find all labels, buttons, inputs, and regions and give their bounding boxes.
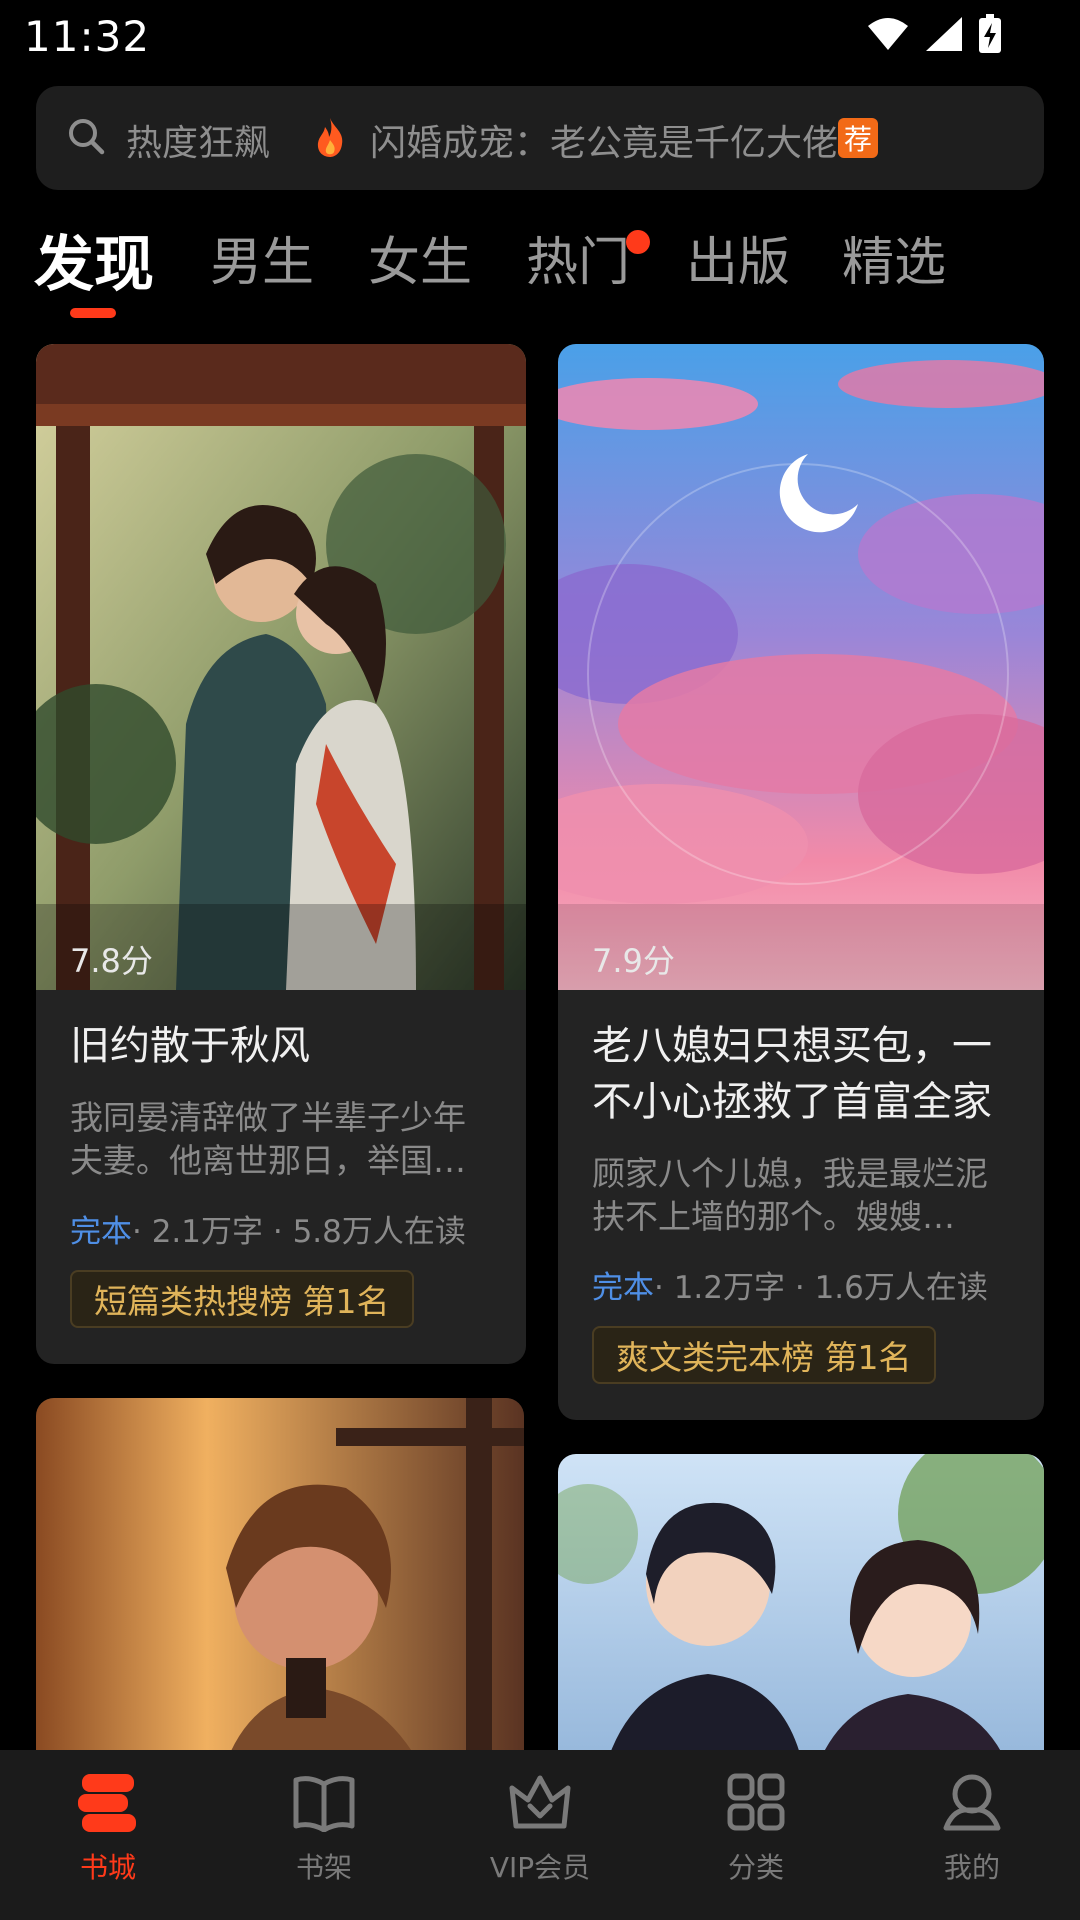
nav-label: 我的 (943, 1851, 1000, 1884)
book-status: 完本 (70, 1214, 132, 1250)
book-title: 老八媳妇只想买包，一不小心拯救了首富全家 (592, 1023, 992, 1125)
crown-icon (506, 1766, 574, 1838)
wifi-icon (866, 16, 910, 56)
book-stats: · 2.1万字 · 5.8万人在读 (132, 1214, 466, 1250)
bookstore-screen: 11:32 热度狂飙 闪婚成宠：老公竟是千亿大佬 荐 发现 男生 女生 热门 出… (0, 0, 1080, 1920)
grid-icon (726, 1766, 786, 1838)
nav-label: 书城 (79, 1851, 136, 1884)
tab-discover[interactable]: 发现 (34, 216, 154, 303)
bookstore-icon (76, 1766, 140, 1838)
bottom-nav: 书城 书架 VIP会员 分类 我的 (0, 1750, 1080, 1920)
nav-profile[interactable]: 我的 (864, 1750, 1080, 1920)
nav-bookshelf[interactable]: 书架 (216, 1750, 432, 1920)
book-meta: 完本· 2.1万字 · 5.8万人在读 (70, 1206, 496, 1251)
nav-categories[interactable]: 分类 (648, 1750, 864, 1920)
rank-badge[interactable]: 爽文类完本榜 第1名 (592, 1326, 936, 1384)
status-icons (866, 14, 1002, 58)
cellular-signal-icon (924, 15, 964, 57)
search-icon (66, 116, 106, 160)
nav-label: VIP会员 (489, 1851, 591, 1884)
book-open-icon (292, 1766, 356, 1838)
tab-female[interactable]: 女生 (368, 220, 472, 295)
fire-icon (314, 116, 346, 162)
search-bar[interactable]: 热度狂飙 闪婚成宠：老公竟是千亿大佬 (36, 86, 1044, 190)
book-card[interactable]: 7.8分 旧约散于秋风 我同晏清辞做了半辈子少年夫妻。他离世那日，举国哀悼…… … (36, 344, 526, 1364)
tab-publish[interactable]: 出版 (686, 220, 790, 295)
nav-vip[interactable]: VIP会员 (432, 1750, 648, 1920)
new-dot (626, 230, 650, 254)
battery-charging-icon (978, 14, 1002, 58)
book-status: 完本 (592, 1270, 654, 1306)
book-cover (558, 344, 1044, 990)
book-score: 7.8分 (70, 942, 153, 980)
book-description: 顾家八个儿媳，我是最烂泥扶不上墙的那个。嫂嫂们…… (592, 1154, 988, 1236)
category-tabs: 发现 男生 女生 热门 出版 精选 (0, 220, 1080, 330)
book-card[interactable] (558, 1454, 1044, 1798)
book-stats: · 1.2万字 · 1.6万人在读 (654, 1270, 988, 1306)
nav-bookstore[interactable]: 书城 (0, 1750, 216, 1920)
nav-label: 分类 (727, 1851, 784, 1884)
book-cover (36, 1398, 524, 1798)
user-icon (940, 1766, 1004, 1838)
tab-featured[interactable]: 精选 (842, 220, 946, 295)
book-card[interactable]: 7.9分 老八媳妇只想买包，一不小心拯救了首富全家 顾家八个儿媳，我是最烂泥扶不… (558, 344, 1044, 1420)
tab-male[interactable]: 男生 (210, 220, 314, 295)
search-query-text: 闪婚成宠：老公竟是千亿大佬 (370, 123, 839, 164)
active-tab-indicator (70, 308, 116, 318)
status-bar: 11:32 (0, 0, 1080, 72)
book-cover (36, 344, 526, 990)
rank-badge[interactable]: 短篇类热搜榜 第1名 (70, 1270, 414, 1328)
recommend-badge: 荐 (838, 118, 878, 158)
book-meta: 完本· 1.2万字 · 1.6万人在读 (592, 1262, 1014, 1307)
tab-hot[interactable]: 热门 (526, 220, 630, 295)
search-hot-label: 热度狂飙 (126, 123, 271, 164)
book-cover (558, 1454, 1044, 1798)
book-score: 7.9分 (592, 942, 675, 980)
book-description: 我同晏清辞做了半辈子少年夫妻。他离世那日，举国哀悼…… (70, 1098, 466, 1180)
book-card[interactable] (36, 1398, 524, 1798)
nav-label: 书架 (295, 1851, 352, 1884)
status-time: 11:32 (24, 12, 151, 61)
book-title: 旧约散于秋风 (70, 1023, 310, 1069)
